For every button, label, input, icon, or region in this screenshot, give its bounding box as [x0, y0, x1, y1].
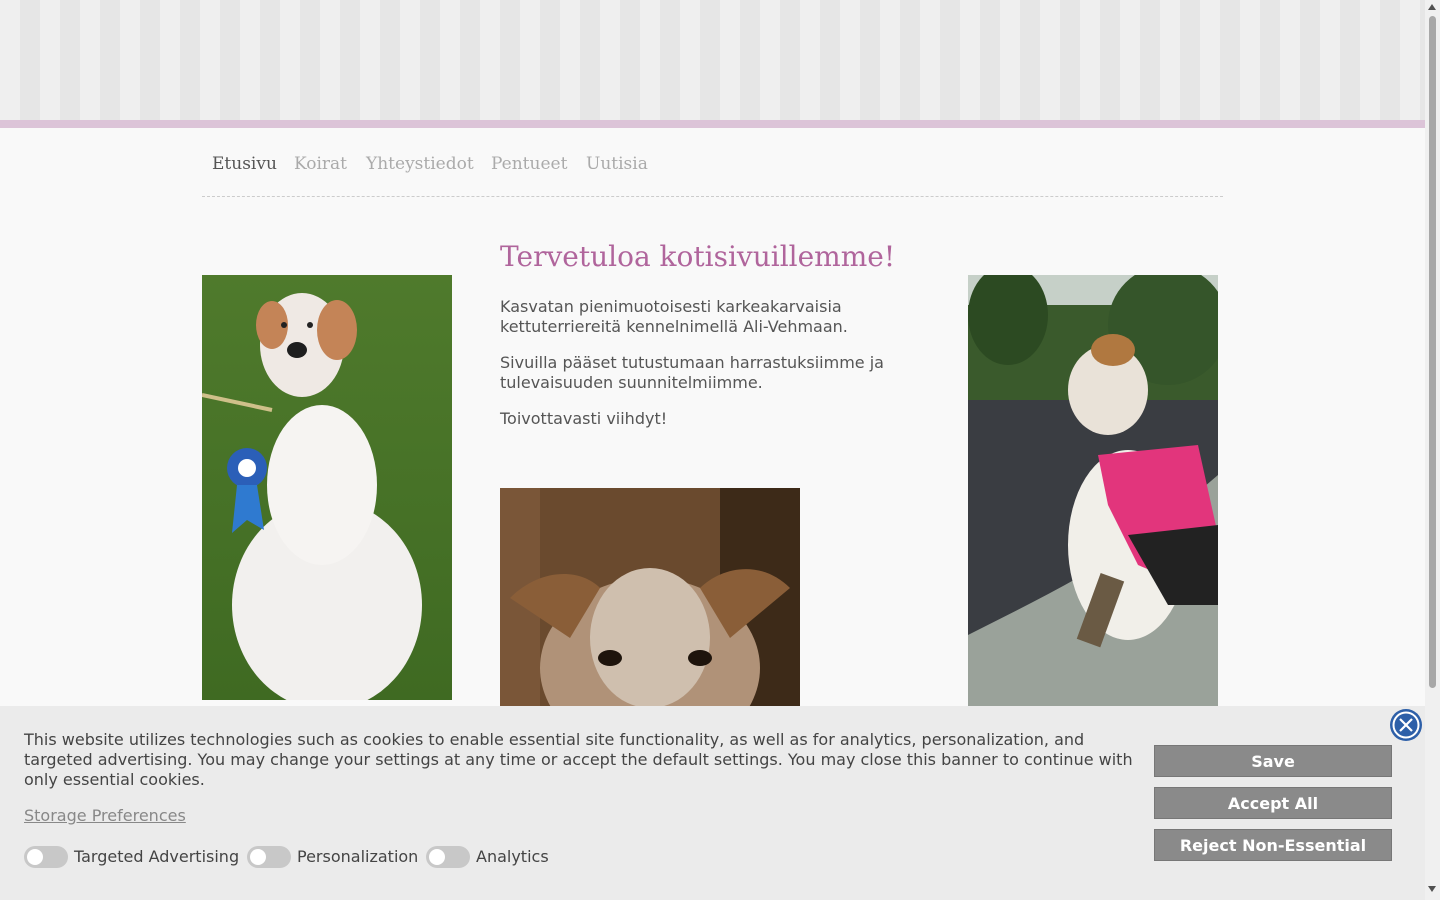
- close-icon: [1392, 711, 1420, 739]
- main-nav: Etusivu Koirat Yhteystiedot Pentueet Uut…: [202, 150, 1223, 197]
- scrollbar-thumb[interactable]: [1429, 16, 1436, 688]
- toggle-knob: [250, 849, 266, 865]
- dog-photo-boat: [968, 275, 1218, 706]
- toggle-personalization[interactable]: [247, 846, 291, 868]
- toggle-knob: [429, 849, 445, 865]
- nav-item-yhteystiedot[interactable]: Yhteystiedot: [366, 154, 474, 174]
- header-accent-bar: [0, 120, 1425, 128]
- toggle-targeted-advertising[interactable]: [24, 846, 68, 868]
- cookie-banner: This website utilizes technologies such …: [0, 706, 1425, 900]
- cookie-banner-text: This website utilizes technologies such …: [24, 730, 1133, 789]
- nav-item-pentueet[interactable]: Pentueet: [491, 154, 567, 174]
- scroll-down-arrow-icon[interactable]: [1428, 886, 1436, 892]
- toggle-knob: [27, 849, 43, 865]
- dog-photo-closeup: [500, 488, 800, 706]
- intro-paragraph: Kasvatan pienimuotoisesti karkeakarvaisi…: [500, 297, 848, 336]
- intro-paragraph: Toivottavasti viihdyt!: [500, 409, 668, 428]
- reject-non-essential-button[interactable]: Reject Non-Essential: [1154, 829, 1392, 861]
- accept-all-button[interactable]: Accept All: [1154, 787, 1392, 819]
- nav-item-uutisia[interactable]: Uutisia: [586, 154, 648, 174]
- page-title: Tervetuloa kotisivuillemme!: [500, 240, 896, 273]
- storage-preferences-link[interactable]: Storage Preferences: [24, 806, 186, 825]
- close-banner-button[interactable]: [1390, 709, 1422, 741]
- nav-item-etusivu[interactable]: Etusivu: [212, 154, 277, 174]
- dog-photo-show: [202, 275, 452, 700]
- save-button[interactable]: Save: [1154, 745, 1392, 777]
- scroll-up-arrow-icon[interactable]: [1428, 4, 1436, 10]
- intro-paragraph: Sivuilla pääset tutustumaan harrastuksii…: [500, 353, 884, 392]
- toggle-label: Targeted Advertising: [74, 847, 240, 866]
- toggle-label: Personalization: [297, 847, 419, 866]
- toggle-label: Analytics: [476, 847, 549, 866]
- header-banner: [0, 0, 1425, 120]
- toggle-analytics[interactable]: [426, 846, 470, 868]
- nav-item-koirat[interactable]: Koirat: [294, 154, 347, 174]
- page-scrollbar[interactable]: [1425, 0, 1440, 900]
